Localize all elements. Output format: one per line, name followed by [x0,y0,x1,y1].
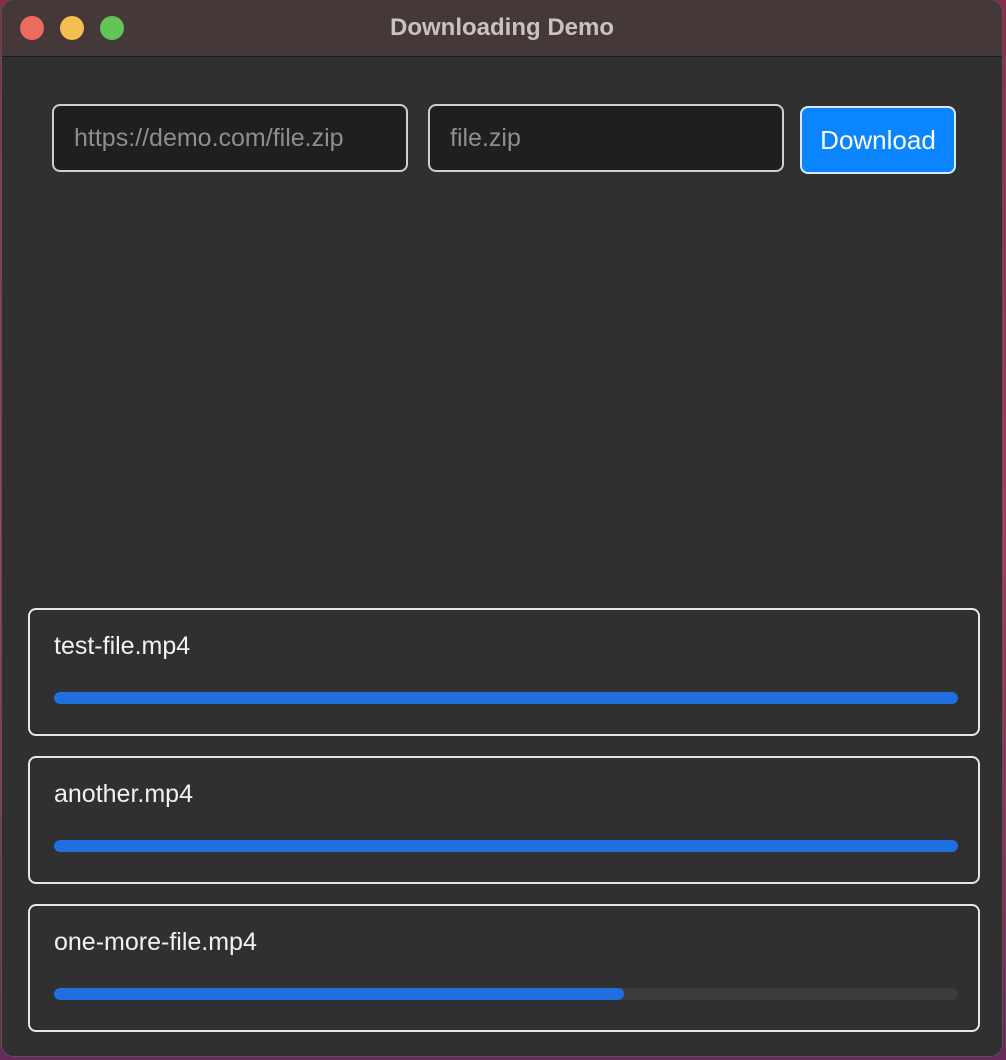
download-item-name: another.mp4 [54,780,193,808]
download-progress-fill [54,988,624,1000]
main-content: Download test-file.mp4 another.mp4 one-m… [2,57,1002,1056]
download-button[interactable]: Download [800,106,956,174]
window-title: Downloading Demo [390,14,614,41]
download-progress-bar [54,840,958,852]
download-progress-fill [54,840,958,852]
download-item-name: one-more-file.mp4 [54,928,257,956]
title-bar: Downloading Demo [2,0,1002,57]
download-progress-bar [54,692,958,704]
download-progress-fill [54,692,958,704]
download-item: one-more-file.mp4 [28,904,980,1032]
download-item: another.mp4 [28,756,980,884]
download-item: test-file.mp4 [28,608,980,736]
download-item-name: test-file.mp4 [54,632,191,660]
app-window: Downloading Demo Download test-file.mp4 … [2,0,1002,1056]
filename-input[interactable] [428,104,784,172]
download-progress-bar [54,988,958,1000]
url-input[interactable] [52,104,408,172]
